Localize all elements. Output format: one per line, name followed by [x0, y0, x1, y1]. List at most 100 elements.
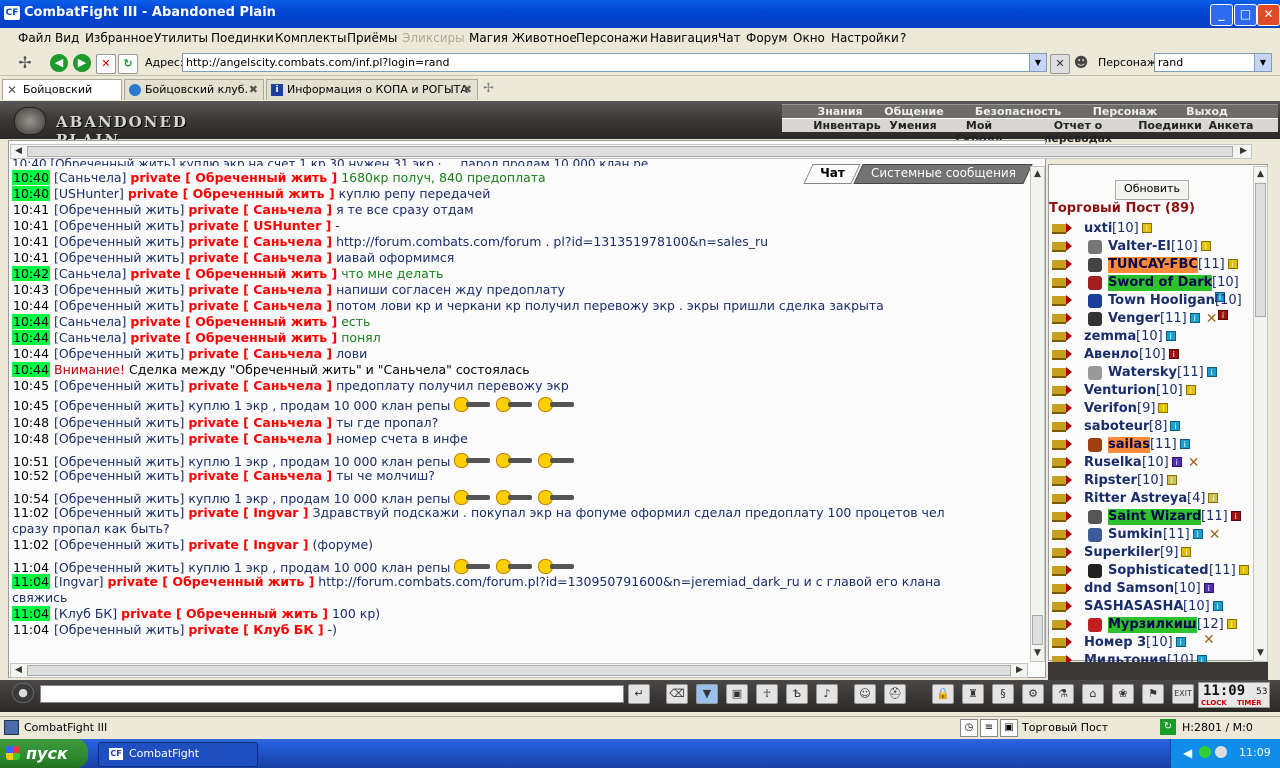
- chat-sender[interactable]: [Обреченный жить]: [54, 234, 184, 249]
- chat-sender[interactable]: [Саньчела]: [54, 266, 126, 281]
- tab-fight-club-2[interactable]: Бойцовский клуб. ✖: [124, 79, 264, 100]
- users-vertical-scrollbar[interactable]: ▲ ▼: [1253, 166, 1268, 662]
- maximize-button[interactable]: □: [1234, 4, 1257, 26]
- menu-item[interactable]: Животное: [512, 31, 577, 45]
- user-item[interactable]: Watersky [11] i: [1050, 364, 1250, 382]
- user-nick[interactable]: Мурзилкиш: [1108, 617, 1197, 632]
- gear-icon[interactable]: ⚙: [1022, 684, 1044, 704]
- clear-icon[interactable]: ✕: [1050, 54, 1070, 74]
- user-name[interactable]: Авенло: [1084, 347, 1139, 363]
- close-tab-icon[interactable]: ✖: [249, 80, 258, 100]
- chat-sender[interactable]: [Обреченный жить]: [54, 298, 184, 313]
- user-name[interactable]: Мурзилкиш: [1108, 617, 1197, 633]
- user-item[interactable]: Ripster [10] i: [1050, 472, 1250, 490]
- chat-sender[interactable]: [Обреченный жить]: [54, 346, 184, 361]
- private-message-icon[interactable]: [1050, 509, 1072, 523]
- user-info-icon[interactable]: i: [1203, 583, 1214, 593]
- nav-exit[interactable]: Выход: [1182, 105, 1232, 118]
- user-nick[interactable]: zemma: [1084, 329, 1136, 344]
- menu-item[interactable]: ?: [900, 31, 906, 45]
- chat-private-target[interactable]: private [ Ingvar ]: [188, 537, 308, 552]
- user-name[interactable]: Ritter Astreya: [1084, 491, 1187, 507]
- chat-sender[interactable]: [Саньчела]: [54, 330, 126, 345]
- user-item[interactable]: uxti [10] i: [1050, 220, 1250, 238]
- user-item[interactable]: sailas [11] i: [1050, 436, 1250, 454]
- user-info-icon[interactable]: i: [1227, 259, 1238, 269]
- eraser-icon[interactable]: ⌫: [666, 684, 688, 704]
- nav-skills[interactable]: Умения: [886, 119, 940, 132]
- new-tab-icon[interactable]: ✢: [483, 81, 494, 96]
- user-nick[interactable]: Superkiler: [1084, 545, 1160, 560]
- private-message-icon[interactable]: [1050, 401, 1072, 415]
- user-item[interactable]: saboteur [8] i: [1050, 418, 1250, 436]
- scroll-up-icon[interactable]: ▲: [1254, 167, 1267, 182]
- user-name[interactable]: Sword of Dark: [1108, 275, 1213, 291]
- private-message-icon[interactable]: [1050, 257, 1072, 271]
- pin-icon[interactable]: ✢: [16, 54, 34, 72]
- tab-fight-club[interactable]: ✕ Бойцовский клуб: [2, 79, 122, 116]
- user-nick[interactable]: Valter-El: [1108, 239, 1171, 254]
- user-nick[interactable]: dnd Samson: [1084, 581, 1174, 596]
- user-nick[interactable]: Town Hooligan: [1108, 293, 1215, 308]
- user-nick[interactable]: sailas: [1108, 437, 1150, 452]
- private-message-icon[interactable]: [1050, 527, 1072, 541]
- scroll-left-icon[interactable]: ◀: [11, 664, 26, 677]
- refresh-button[interactable]: ↻: [118, 54, 138, 74]
- menu-item[interactable]: Комплекты: [275, 31, 347, 45]
- user-nick[interactable]: TUNCAY-FBC: [1108, 257, 1198, 272]
- clan-emblem-icon[interactable]: [1088, 258, 1102, 272]
- user-nick[interactable]: Watersky: [1108, 365, 1177, 380]
- chevron-down-icon[interactable]: ▼: [1029, 54, 1046, 71]
- taskbar-item-combatfight[interactable]: CF CombatFight: [98, 742, 258, 767]
- user-nick[interactable]: Venturion: [1084, 383, 1156, 398]
- user-name[interactable]: Superkiler: [1084, 545, 1160, 561]
- chat-sender[interactable]: [Обреченный жить]: [54, 491, 184, 506]
- user-info-icon[interactable]: i: [1168, 349, 1179, 359]
- fighter-icon[interactable]: ☥: [756, 684, 778, 704]
- user-item[interactable]: Мурзилкиш [12] i✕: [1050, 616, 1250, 648]
- menu-item[interactable]: Форум: [746, 31, 787, 45]
- menu-item[interactable]: Поединки: [211, 31, 274, 45]
- user-name[interactable]: saboteur: [1084, 419, 1149, 435]
- chat-private-target[interactable]: private [ Ingvar ]: [188, 505, 308, 520]
- user-nick[interactable]: Saint Wizard: [1108, 509, 1201, 524]
- menu-item[interactable]: Утилиты: [154, 31, 208, 45]
- user-name[interactable]: Venger: [1108, 311, 1160, 327]
- menu-item[interactable]: Чат: [718, 31, 741, 45]
- private-message-icon[interactable]: [1050, 383, 1072, 397]
- chat-sender[interactable]: [Саньчела]: [54, 170, 126, 185]
- chat-private-target[interactable]: private [ Обреченный жить ]: [130, 330, 337, 345]
- chat-private-target[interactable]: private [ Саньчела ]: [188, 282, 332, 297]
- house-icon[interactable]: ⌂: [1082, 684, 1104, 704]
- private-message-icon[interactable]: [1050, 635, 1072, 649]
- private-message-icon[interactable]: [1050, 221, 1072, 235]
- user-item[interactable]: Verifon [9] i: [1050, 400, 1250, 418]
- chat-sender[interactable]: [Клуб БК]: [54, 606, 117, 621]
- flag-icon[interactable]: ⚑: [1142, 684, 1164, 704]
- menu-item[interactable]: Файл: [18, 31, 51, 45]
- user-info-icon[interactable]: i: [1179, 439, 1190, 449]
- chat-private-target[interactable]: private [ Саньчела ]: [188, 415, 332, 430]
- user-info-icon[interactable]: i: [1175, 637, 1186, 647]
- nav-social[interactable]: Общение: [882, 105, 946, 118]
- user-name[interactable]: Town Hooligan: [1108, 293, 1215, 309]
- close-button[interactable]: ✕: [1257, 4, 1280, 26]
- user-item[interactable]: SASHASASHA [10] i: [1050, 598, 1250, 616]
- address-input[interactable]: http://angelscity.combats.com/inf.pl?log…: [182, 53, 1047, 72]
- chat-horizontal-scrollbar[interactable]: ◀ ▶: [10, 663, 1028, 678]
- chat-sender[interactable]: [Обреченный жить]: [54, 398, 184, 413]
- private-message-icon[interactable]: [1050, 329, 1072, 343]
- user-nick[interactable]: Ruselka: [1084, 455, 1142, 470]
- user-info-icon[interactable]: i: [1230, 511, 1241, 521]
- filter-icon[interactable]: ▼: [696, 684, 718, 704]
- chat-private-target[interactable]: private [ Саньчела ]: [188, 298, 332, 313]
- network-icon[interactable]: [1199, 746, 1211, 758]
- volume-icon[interactable]: ◀: [1183, 746, 1192, 760]
- chat-private-target[interactable]: private [ USHunter ]: [188, 218, 331, 233]
- clan-emblem-icon[interactable]: [1088, 438, 1102, 452]
- user-info-icon[interactable]: i: [1208, 493, 1219, 503]
- clan-emblem-icon[interactable]: [1088, 618, 1102, 632]
- chat-sender[interactable]: [Обреченный жить]: [54, 560, 184, 575]
- user-nick[interactable]: Sword of Dark: [1108, 275, 1212, 290]
- chat-private-target[interactable]: private [ Обреченный жить ]: [130, 314, 337, 329]
